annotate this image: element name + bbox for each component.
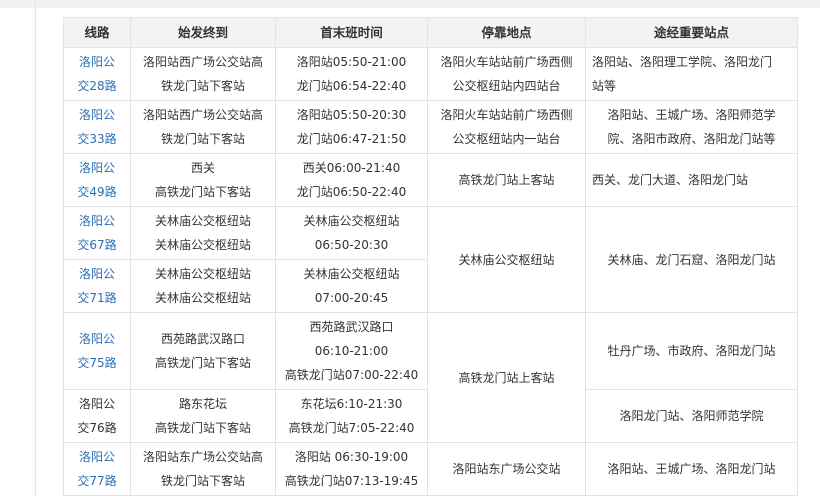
- via-cell: 洛阳站、王城广场、洛阳师范学 院、洛阳市政府、洛阳龙门站等: [585, 100, 798, 154]
- header-stop: 停靠地点: [427, 17, 586, 48]
- route-cell: 洛阳公 交75路: [63, 312, 131, 390]
- stop-cell: 洛阳火车站站前广场西侧 公交枢纽站内四站台: [427, 47, 586, 101]
- via-cell: 关林庙、龙门石窟、洛阳龙门站: [585, 206, 798, 313]
- stop-cell: 洛阳火车站站前广场西侧 公交枢纽站内一站台: [427, 100, 586, 154]
- times-cell: 关林庙公交枢纽站 07:00-20:45: [275, 259, 428, 313]
- header-via: 途经重要站点: [585, 17, 798, 48]
- left-divider: [35, 0, 36, 496]
- table-row: 洛阳公 交28路 洛阳站西广场公交站高 铁龙门站下客站 洛阳站05:50-21:…: [63, 47, 798, 101]
- stop-cell: 洛阳站东广场公交站: [427, 442, 586, 496]
- table-row: 洛阳公 交49路 西关 高铁龙门站下客站 西关06:00-21:40 龙门站06…: [63, 153, 798, 207]
- table-header-row: 线路 始发终到 首末班时间 停靠地点 途经重要站点: [63, 17, 798, 48]
- endpoints-cell: 洛阳站东广场公交站高 铁龙门站下客站: [130, 442, 276, 496]
- via-cell: 洛阳龙门站、洛阳师范学院: [585, 389, 798, 443]
- endpoints-cell: 洛阳站西广场公交站高 铁龙门站下客站: [130, 100, 276, 154]
- times-cell: 关林庙公交枢纽站 06:50-20:30: [275, 206, 428, 260]
- times-cell: 洛阳站05:50-21:00 龙门站06:54-22:40: [275, 47, 428, 101]
- route-cell: 洛阳公 交33路: [63, 100, 131, 154]
- table-row: 洛阳公 交67路 关林庙公交枢纽站 关林庙公交枢纽站 关林庙公交枢纽站 06:5…: [63, 206, 798, 313]
- route-link-28[interactable]: 洛阳公 交28路: [70, 50, 124, 98]
- times-cell: 西关06:00-21:40 龙门站06:50-22:40: [275, 153, 428, 207]
- route-link-75[interactable]: 洛阳公 交75路: [70, 327, 124, 375]
- times-cell: 洛阳站05:50-20:30 龙门站06:47-21:50: [275, 100, 428, 154]
- route-link-71[interactable]: 洛阳公 交71路: [70, 262, 124, 310]
- endpoints-cell: 路东花坛 高铁龙门站下客站: [130, 389, 276, 443]
- times-cell: 洛阳站 06:30-19:00 高铁龙门站07:13-19:45: [275, 442, 428, 496]
- via-cell: 西关、龙门大道、洛阳龙门站: [585, 153, 798, 207]
- table-row: 洛阳公 交33路 洛阳站西广场公交站高 铁龙门站下客站 洛阳站05:50-20:…: [63, 100, 798, 154]
- endpoints-cell: 西苑路武汉路口 高铁龙门站下客站: [130, 312, 276, 390]
- stop-cell: 高铁龙门站上客站: [427, 312, 586, 443]
- endpoints-cell: 洛阳站西广场公交站高 铁龙门站下客站: [130, 47, 276, 101]
- endpoints-cell: 西关 高铁龙门站下客站: [130, 153, 276, 207]
- route-cell: 洛阳公 交71路: [63, 259, 131, 313]
- endpoints-cell: 关林庙公交枢纽站 关林庙公交枢纽站: [130, 206, 276, 260]
- route-cell: 洛阳公 交77路: [63, 442, 131, 496]
- via-cell: 洛阳站、洛阳理工学院、洛阳龙门 站等: [585, 47, 798, 101]
- endpoints-cell: 关林庙公交枢纽站 关林庙公交枢纽站: [130, 259, 276, 313]
- table-row: 洛阳公 交77路 洛阳站东广场公交站高 铁龙门站下客站 洛阳站 06:30-19…: [63, 442, 798, 496]
- table-row: 洛阳公 交75路 西苑路武汉路口 高铁龙门站下客站 西苑路武汉路口 06:10-…: [63, 312, 798, 443]
- bus-route-table: 线路 始发终到 首末班时间 停靠地点 途经重要站点 洛阳公 交28路 洛阳站西广…: [63, 17, 798, 496]
- route-link-33[interactable]: 洛阳公 交33路: [70, 103, 124, 151]
- header-times: 首末班时间: [275, 17, 428, 48]
- times-cell: 东花坛6:10-21:30 高铁龙门站7:05-22:40: [275, 389, 428, 443]
- route-link-49[interactable]: 洛阳公 交49路: [70, 156, 124, 204]
- route-link-77[interactable]: 洛阳公 交77路: [70, 445, 124, 493]
- via-cell: 牡丹广场、市政府、洛阳龙门站: [585, 312, 798, 390]
- stop-cell: 高铁龙门站上客站: [427, 153, 586, 207]
- route-cell: 洛阳公 交76路: [63, 389, 131, 443]
- times-cell: 西苑路武汉路口 06:10-21:00 高铁龙门站07:00-22:40: [275, 312, 428, 390]
- page-top-strip: [0, 0, 820, 8]
- via-cell: 洛阳站、王城广场、洛阳龙门站: [585, 442, 798, 496]
- route-cell: 洛阳公 交49路: [63, 153, 131, 207]
- route-link-67[interactable]: 洛阳公 交67路: [70, 209, 124, 257]
- route-text-76: 洛阳公 交76路: [77, 397, 117, 435]
- route-cell: 洛阳公 交28路: [63, 47, 131, 101]
- header-route: 线路: [63, 17, 131, 48]
- stop-cell: 关林庙公交枢纽站: [427, 206, 586, 313]
- route-cell: 洛阳公 交67路: [63, 206, 131, 260]
- header-endpoints: 始发终到: [130, 17, 276, 48]
